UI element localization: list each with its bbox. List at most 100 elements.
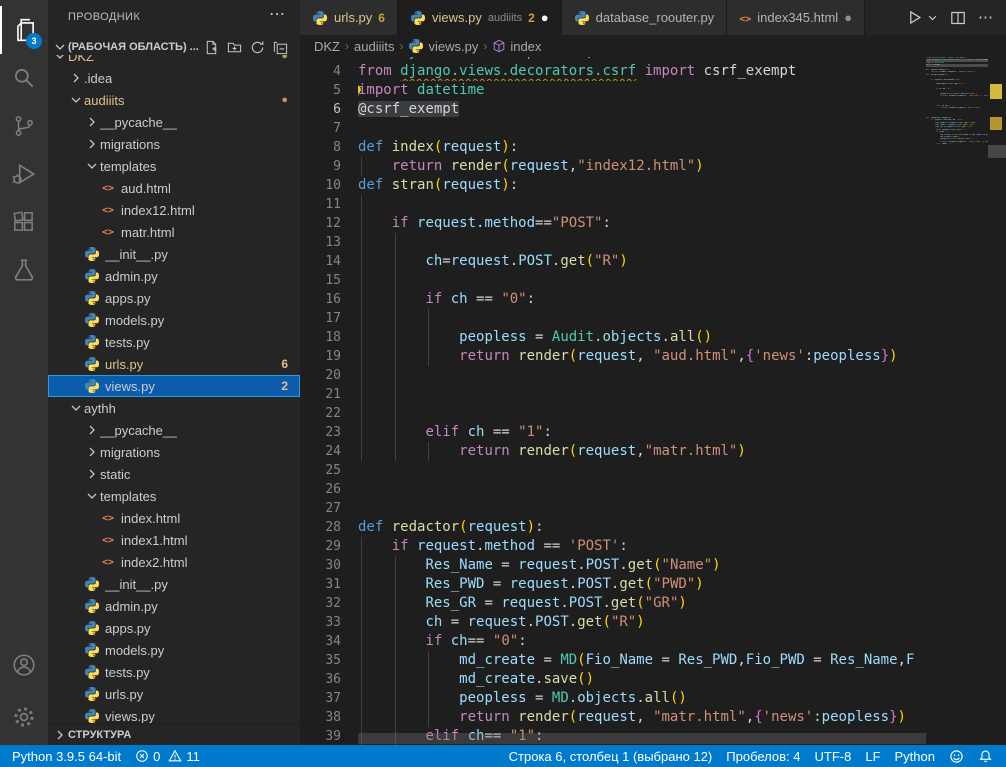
eol-status[interactable]: LF bbox=[858, 745, 887, 767]
code-line-38[interactable]: return render(request, "matr.html",{'new… bbox=[358, 708, 926, 727]
tree-item-urls.py[interactable]: urls.py6 bbox=[48, 353, 300, 375]
code-line-11[interactable] bbox=[358, 195, 926, 214]
horizontal-scrollbar[interactable] bbox=[358, 733, 926, 744]
tab-index345.html[interactable]: <>index345.html● bbox=[727, 0, 865, 35]
code-line-8[interactable]: def index(request): bbox=[358, 138, 926, 157]
tree-item-index2.html[interactable]: <>index2.html bbox=[48, 551, 300, 573]
code-line-37[interactable]: peopless = MD.objects.all() bbox=[358, 689, 926, 708]
code-content[interactable]: from aythh.models import MD,Auditfrom dj… bbox=[358, 57, 926, 745]
more-actions-icon[interactable]: ⋯ bbox=[978, 8, 994, 27]
search-activity-icon[interactable] bbox=[0, 54, 48, 102]
account-icon[interactable] bbox=[0, 641, 48, 689]
breadcrumb-item-DKZ[interactable]: DKZ bbox=[314, 39, 340, 54]
code-line-31[interactable]: Res_PWD = request.POST.get("PWD") bbox=[358, 575, 926, 594]
code-line-20[interactable] bbox=[358, 366, 926, 385]
tree-item-__pycache__[interactable]: __pycache__ bbox=[48, 111, 300, 133]
scrollbar-slider[interactable] bbox=[988, 145, 1006, 158]
code-line-35[interactable]: md_create = MD(Fio_Name = Res_PWD,Fio_PW… bbox=[358, 651, 926, 670]
code-line-29[interactable]: if request.method == 'POST': bbox=[358, 537, 926, 556]
minimap[interactable]: from aythh.models import MD,Auditfrom dj… bbox=[926, 57, 988, 745]
tree-item-views.py[interactable]: views.py bbox=[48, 705, 300, 723]
code-line-33[interactable]: ch = request.POST.get("R") bbox=[358, 613, 926, 632]
split-editor-icon[interactable] bbox=[950, 10, 966, 26]
code-line-10[interactable]: def stran(request): bbox=[358, 176, 926, 195]
language-mode-status[interactable]: Python bbox=[888, 745, 942, 767]
breadcrumb[interactable]: DKZ›audiiits›views.py›index bbox=[300, 35, 1006, 57]
source-control-activity-icon[interactable] bbox=[0, 102, 48, 150]
new-file-icon[interactable] bbox=[204, 40, 219, 55]
code-line-14[interactable]: ch=request.POST.get("R") bbox=[358, 252, 926, 271]
code-line-16[interactable]: if ch == "0": bbox=[358, 290, 926, 309]
tree-item-templates[interactable]: templates bbox=[48, 155, 300, 177]
encoding-status[interactable]: UTF-8 bbox=[808, 745, 859, 767]
tree-item-views.py[interactable]: views.py2 bbox=[48, 375, 300, 397]
new-folder-icon[interactable] bbox=[227, 40, 242, 55]
tree-item-admin.py[interactable]: admin.py bbox=[48, 595, 300, 617]
tree-item-index.html[interactable]: <>index.html bbox=[48, 507, 300, 529]
tree-item-aythh[interactable]: aythh bbox=[48, 397, 300, 419]
code-line-4[interactable]: from django.views.decorators.csrf import… bbox=[358, 62, 926, 81]
code-line-24[interactable]: return render(request,"matr.html") bbox=[358, 442, 926, 461]
code-line-21[interactable] bbox=[358, 385, 926, 404]
code-editor[interactable]: 3456789101112131415161718192021222324252… bbox=[300, 57, 1006, 745]
extensions-activity-icon[interactable] bbox=[0, 198, 48, 246]
breadcrumb-item-index[interactable]: index bbox=[492, 39, 541, 54]
tree-item-__init__.py[interactable]: __init__.py bbox=[48, 573, 300, 595]
cursor-position-status[interactable]: Строка 6, столбец 1 (выбрано 12) bbox=[502, 745, 720, 767]
tab-database_roouter.py[interactable]: database_roouter.py bbox=[562, 0, 728, 35]
tree-item-models.py[interactable]: models.py bbox=[48, 639, 300, 661]
run-icon[interactable] bbox=[906, 9, 923, 26]
lightbulb-icon[interactable] bbox=[358, 83, 364, 98]
explorer-more-actions-icon[interactable]: ⋯ bbox=[269, 4, 286, 24]
code-line-19[interactable]: return render(request, "aud.html",{'news… bbox=[358, 347, 926, 366]
tree-item-models.py[interactable]: models.py bbox=[48, 309, 300, 331]
tree-item-audiiits[interactable]: audiiits● bbox=[48, 89, 300, 111]
tree-item-aud.html[interactable]: <>aud.html bbox=[48, 177, 300, 199]
tree-item-admin.py[interactable]: admin.py bbox=[48, 265, 300, 287]
tree-item-migrations[interactable]: migrations bbox=[48, 133, 300, 155]
tree-item-urls.py[interactable]: urls.py bbox=[48, 683, 300, 705]
tree-item-.idea[interactable]: .idea bbox=[48, 67, 300, 89]
settings-icon[interactable] bbox=[0, 693, 48, 741]
code-line-23[interactable]: elif ch == "1": bbox=[358, 423, 926, 442]
code-line-18[interactable]: peopless = Audit.objects.all() bbox=[358, 328, 926, 347]
tree-item-DKZ[interactable]: DKZ● bbox=[48, 55, 300, 67]
code-line-27[interactable] bbox=[358, 499, 926, 518]
refresh-icon[interactable] bbox=[250, 40, 265, 55]
code-line-36[interactable]: md_create.save() bbox=[358, 670, 926, 689]
code-line-32[interactable]: Res_GR = request.POST.get("GR") bbox=[358, 594, 926, 613]
tree-item-templates[interactable]: templates bbox=[48, 485, 300, 507]
python-interpreter-status[interactable]: Python 3.9.5 64-bit bbox=[0, 745, 128, 767]
breadcrumb-item-audiiits[interactable]: audiiits bbox=[354, 39, 394, 54]
code-line-25[interactable] bbox=[358, 461, 926, 480]
code-line-13[interactable] bbox=[358, 233, 926, 252]
tree-item-__init__.py[interactable]: __init__.py bbox=[48, 243, 300, 265]
indentation-status[interactable]: Пробелов: 4 bbox=[719, 745, 807, 767]
code-line-5[interactable]: import datetime bbox=[358, 81, 926, 100]
tab-urls.py[interactable]: urls.py6 bbox=[300, 0, 398, 35]
code-line-15[interactable] bbox=[358, 271, 926, 290]
code-line-6[interactable]: @csrf_exempt bbox=[358, 100, 926, 119]
tree-item-migrations[interactable]: migrations bbox=[48, 441, 300, 463]
tree-item-tests.py[interactable]: tests.py bbox=[48, 331, 300, 353]
tree-item-__pycache__[interactable]: __pycache__ bbox=[48, 419, 300, 441]
tree-item-apps.py[interactable]: apps.py bbox=[48, 287, 300, 309]
code-line-9[interactable]: return render(request,"index12.html") bbox=[358, 157, 926, 176]
tree-item-index12.html[interactable]: <>index12.html bbox=[48, 199, 300, 221]
code-line-26[interactable] bbox=[358, 480, 926, 499]
notifications-bell-icon[interactable] bbox=[971, 745, 1000, 767]
outline-section-header[interactable]: СТРУКТУРА bbox=[48, 723, 300, 745]
tree-item-static[interactable]: static bbox=[48, 463, 300, 485]
tab-views.py[interactable]: views.pyaudiiits2● bbox=[398, 0, 562, 35]
problems-status[interactable]: 0 11 bbox=[128, 745, 207, 767]
collapse-all-icon[interactable] bbox=[273, 40, 288, 55]
code-line-17[interactable] bbox=[358, 309, 926, 328]
code-line-7[interactable] bbox=[358, 119, 926, 138]
breadcrumb-item-views.py[interactable]: views.py bbox=[408, 38, 478, 54]
code-line-34[interactable]: if ch== "0": bbox=[358, 632, 926, 651]
run-dropdown-icon[interactable] bbox=[927, 12, 938, 23]
code-line-12[interactable]: if request.method=="POST": bbox=[358, 214, 926, 233]
feedback-icon[interactable] bbox=[942, 745, 971, 767]
tree-item-tests.py[interactable]: tests.py bbox=[48, 661, 300, 683]
code-line-30[interactable]: Res_Name = request.POST.get("Name") bbox=[358, 556, 926, 575]
